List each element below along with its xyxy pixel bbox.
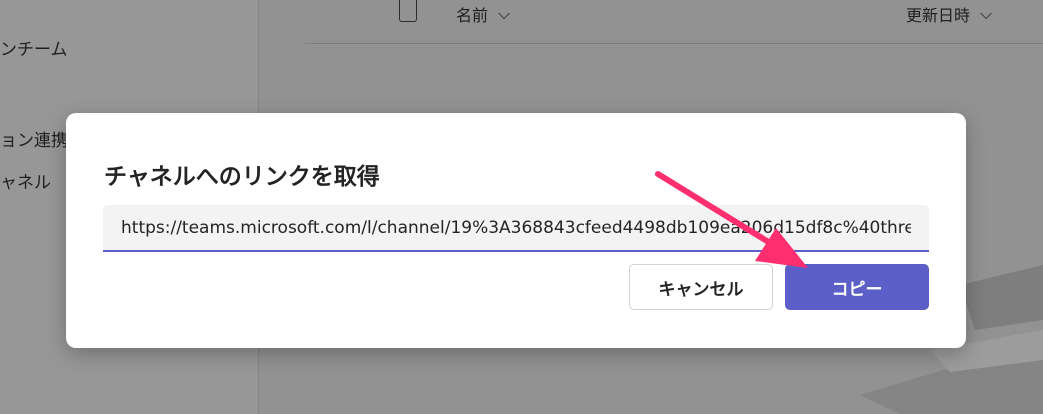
copy-button[interactable]: コピー — [785, 264, 929, 310]
dialog-title: チャネルへのリンクを取得 — [104, 164, 380, 190]
channel-link-field[interactable] — [103, 205, 929, 252]
get-channel-link-dialog: チャネルへのリンクを取得 キャンセル コピー — [66, 113, 966, 348]
channel-link-input[interactable] — [103, 205, 929, 250]
cancel-button[interactable]: キャンセル — [629, 264, 773, 310]
